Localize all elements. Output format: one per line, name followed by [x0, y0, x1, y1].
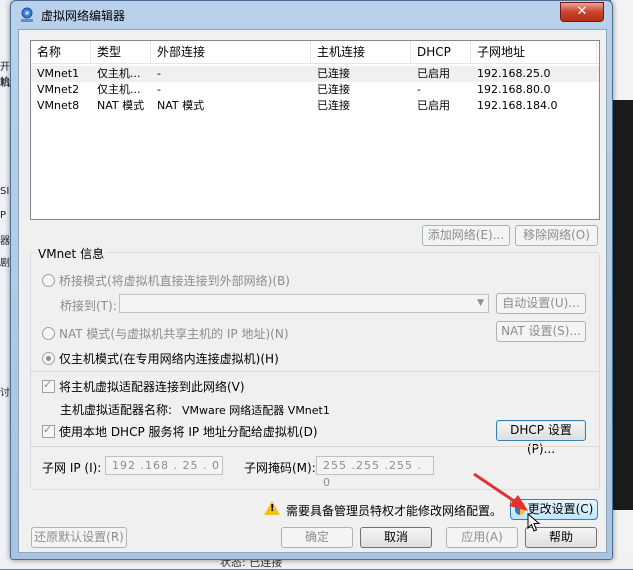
vmnet-info-title: VMnet 信息: [35, 245, 108, 262]
ok-button[interactable]: 确定: [281, 527, 353, 548]
column-header-subnet[interactable]: 子网地址: [471, 41, 597, 63]
cancel-button[interactable]: 取消: [360, 527, 432, 548]
column-header-host[interactable]: 主机连接: [311, 41, 411, 63]
vmware-network-icon: [21, 7, 33, 22]
network-list[interactable]: 名称 类型 外部连接 主机连接 DHCP 子网地址 VMnet1 仅主机... …: [30, 40, 600, 220]
subnet-mask-label: 子网掩码(M):: [244, 461, 316, 475]
nat-mode-radio[interactable]: NAT 模式(与虚拟机共享主机的 IP 地址)(N): [42, 325, 289, 342]
cell: 已连接: [317, 99, 350, 112]
adapter-name-label: 主机虚拟适配器名称:: [60, 403, 173, 417]
cell: VMnet2: [37, 83, 80, 96]
list-header: 名称 类型 外部连接 主机连接 DHCP 子网地址: [31, 41, 599, 64]
column-header-dhcp[interactable]: DHCP: [411, 41, 471, 63]
bridged-mode-label: 桥接模式(将虚拟机直接连接到外部网络)(B): [59, 274, 290, 288]
bridged-to-label: 桥接到(T):: [60, 299, 117, 313]
admin-warning-text: 需要具备管理员特权才能修改网络配置。: [286, 504, 503, 518]
uac-shield-icon: [514, 503, 525, 515]
bg-fragment: 器: [0, 236, 10, 247]
radio-indicator: [42, 327, 55, 340]
cell: 已启用: [417, 67, 450, 80]
restore-defaults-button[interactable]: 还原默认设置(R): [31, 527, 127, 548]
bridged-mode-radio[interactable]: 桥接模式(将虚拟机直接连接到外部网络)(B): [42, 272, 290, 289]
mouse-cursor-icon: [527, 513, 541, 532]
host-only-mode-radio[interactable]: 仅主机模式(在专用网络内连接虚拟机)(H): [42, 350, 279, 367]
change-settings-button[interactable]: 更改设置(C): [510, 499, 598, 520]
title-bar[interactable]: 虚拟网络编辑器 ✕: [11, 1, 612, 29]
cell: 仅主机...: [97, 67, 141, 80]
dhcp-settings-button[interactable]: DHCP 设置(P)...: [496, 420, 586, 456]
background-window-right: [611, 0, 633, 569]
dialog-client-area: 名称 类型 外部连接 主机连接 DHCP 子网地址 VMnet1 仅主机... …: [18, 29, 607, 553]
cell: -: [417, 83, 421, 96]
cell: VMnet1: [37, 67, 80, 80]
subnet-ip-label: 子网 IP (I):: [42, 461, 102, 475]
add-network-button[interactable]: 添加网络(E)...: [422, 225, 510, 246]
remove-network-button[interactable]: 移除网络(O): [515, 225, 598, 246]
window-title: 虚拟网络编辑器: [41, 9, 126, 23]
virtual-network-editor-dialog: 虚拟网络编辑器 ✕ 名称 类型 外部连接 主机连接 DHCP 子网地址 VMne…: [10, 0, 613, 560]
chevron-down-icon: ▼: [477, 298, 484, 308]
use-dhcp-checkbox[interactable]: 使用本地 DHCP 服务将 IP 地址分配给虚拟机(D): [42, 423, 318, 440]
close-button[interactable]: ✕: [560, 2, 604, 22]
checkbox-indicator: [42, 423, 55, 438]
apply-button[interactable]: 应用(A): [446, 527, 518, 548]
bridged-to-select[interactable]: ▼: [119, 294, 489, 313]
connect-adapter-checkbox[interactable]: 将主机虚拟适配器连接到此网络(V): [42, 378, 245, 395]
host-only-mode-label: 仅主机模式(在专用网络内连接虚拟机)(H): [59, 352, 279, 366]
subnet-ip-input[interactable]: 192 .168 . 25 . 0: [105, 456, 223, 475]
radio-indicator: [42, 352, 55, 365]
bg-fragment: 剧: [0, 258, 10, 269]
checkbox-indicator: [42, 378, 55, 393]
radio-indicator: [42, 274, 55, 287]
column-header-name[interactable]: 名称: [31, 41, 91, 63]
divider: [30, 446, 599, 447]
adapter-name-value: VMware 网络适配器 VMnet1: [182, 404, 330, 417]
cell: 已连接: [317, 67, 350, 80]
cell: 192.168.184.0: [477, 99, 558, 112]
use-dhcp-label: 使用本地 DHCP 服务将 IP 地址分配给虚拟机(D): [59, 425, 318, 439]
cell: 已启用: [417, 99, 450, 112]
close-icon: ✕: [576, 4, 588, 19]
cell: NAT 模式: [157, 99, 205, 112]
cell: NAT 模式: [97, 99, 145, 112]
cell: VMnet8: [37, 99, 80, 112]
table-row[interactable]: VMnet8 NAT 模式 NAT 模式 已连接 已启用 192.168.184…: [31, 98, 599, 114]
divider: [30, 371, 599, 372]
connect-adapter-label: 将主机虚拟适配器连接到此网络(V): [59, 380, 245, 394]
table-row[interactable]: VMnet2 仅主机... - 已连接 - 192.168.80.0: [31, 82, 599, 98]
auto-settings-button[interactable]: 自动设置(U)...: [496, 293, 586, 314]
bg-fragment: 讨: [0, 388, 10, 399]
cell: 已连接: [317, 83, 350, 96]
column-header-external[interactable]: 外部连接: [151, 41, 311, 63]
nat-mode-label: NAT 模式(与虚拟机共享主机的 IP 地址)(N): [59, 327, 289, 341]
cell: 仅主机...: [97, 83, 141, 96]
bg-fragment: 机: [0, 78, 10, 89]
cell: -: [157, 83, 161, 96]
subnet-mask-input[interactable]: 255 .255 .255 . 0: [316, 456, 434, 489]
warning-triangle-icon: !: [264, 501, 280, 515]
cell: -: [157, 67, 161, 80]
column-header-type[interactable]: 类型: [91, 41, 151, 63]
cell: 192.168.25.0: [477, 67, 551, 80]
nat-settings-button[interactable]: NAT 设置(S)...: [496, 321, 586, 342]
cell: 192.168.80.0: [477, 83, 551, 96]
table-row[interactable]: VMnet1 仅主机... - 已连接 已启用 192.168.25.0: [31, 66, 599, 82]
